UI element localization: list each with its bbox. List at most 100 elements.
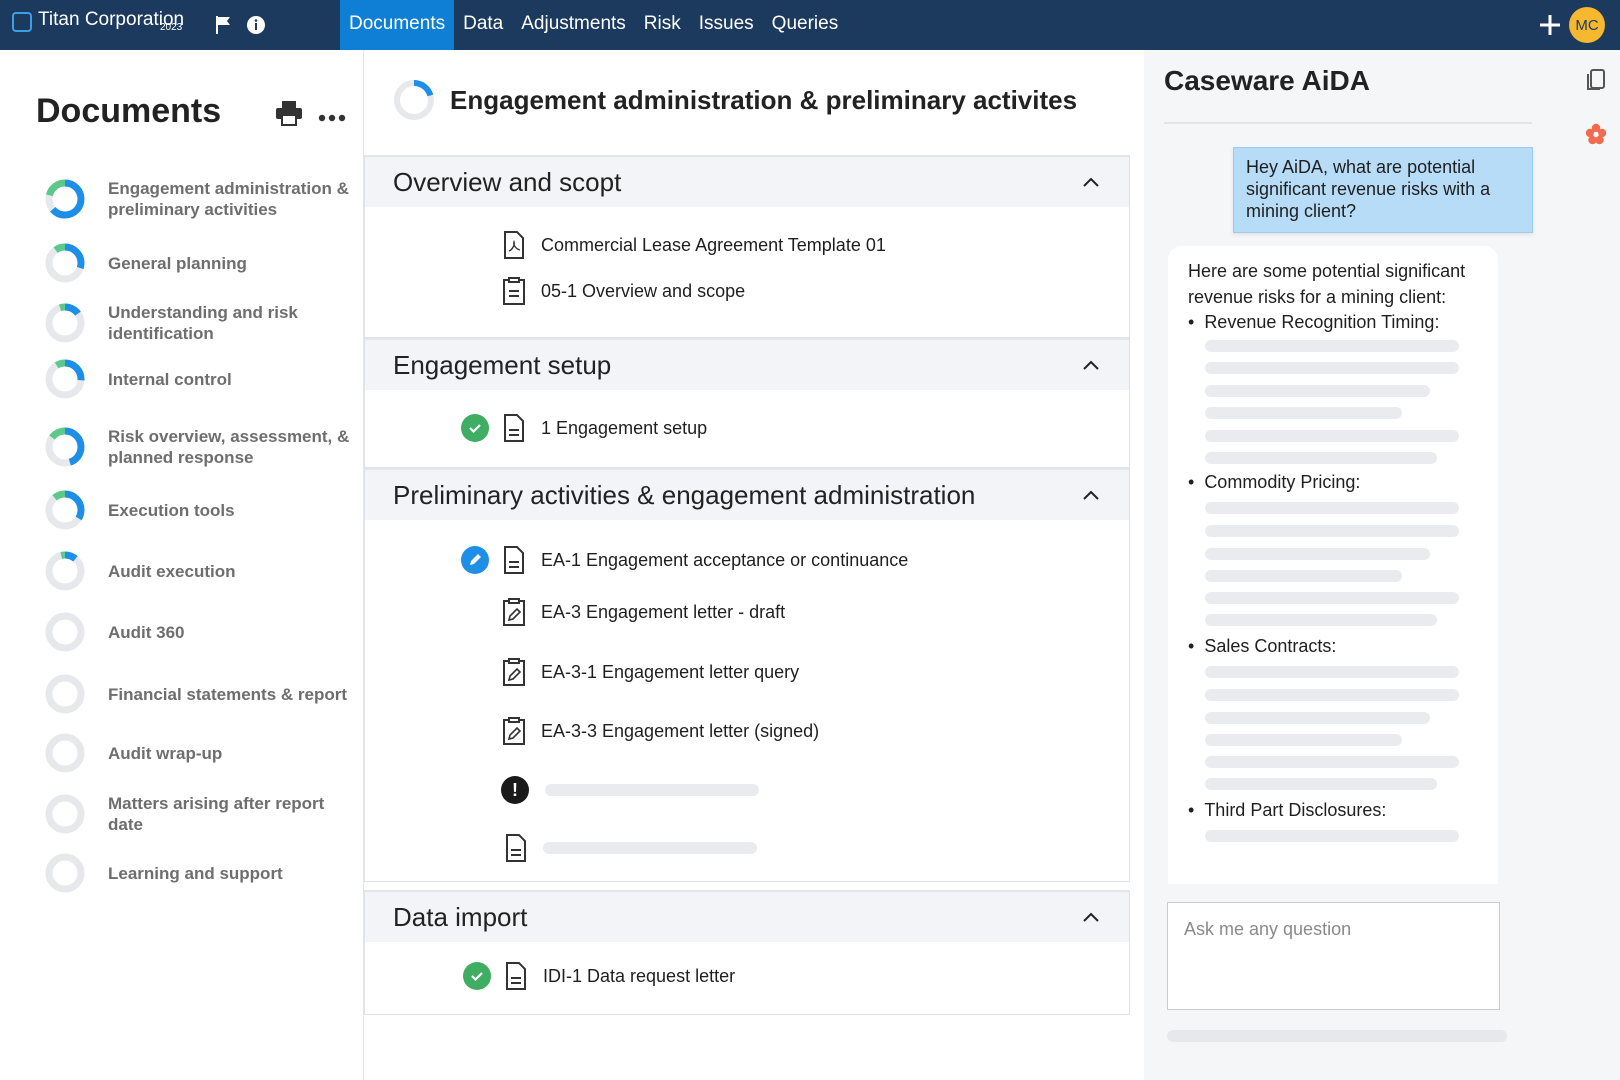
response-bullet: Third Part Disclosures: (1188, 800, 1386, 821)
section-header[interactable]: Engagement setup (365, 338, 1129, 390)
user-message: Hey AiDA, what are potential significant… (1233, 147, 1533, 233)
sidebar-item-engagement-administration[interactable]: Engagement administration & preliminary … (44, 178, 354, 220)
loading-placeholder (1205, 666, 1459, 678)
loading-placeholder (1205, 830, 1459, 842)
flag-icon[interactable] (212, 13, 236, 37)
document-label: EA-3-1 Engagement letter query (541, 661, 800, 682)
response-bullet: Sales Contracts: (1188, 636, 1336, 657)
chevron-up-icon[interactable] (1081, 172, 1101, 192)
progress-ring-icon (45, 179, 85, 219)
document-row-loading[interactable] (503, 834, 757, 862)
loading-placeholder (1205, 570, 1402, 582)
sidebar-item-general-planning[interactable]: General planning (44, 242, 354, 284)
copy-icon[interactable] (1584, 68, 1608, 92)
clipboard-icon (503, 277, 525, 305)
document-row[interactable]: EA-3-3 Engagement letter (signed) (501, 717, 819, 745)
section-data-import: Data import IDI-1 Data request letter (364, 890, 1130, 1015)
main-content: Engagement administration & preliminary … (364, 50, 1144, 1080)
loading-placeholder (1205, 340, 1459, 352)
sidebar-item-internal-control[interactable]: Internal control (44, 358, 354, 400)
section-header[interactable]: Preliminary activities & engagement admi… (365, 468, 1129, 520)
tab-issues[interactable]: Issues (690, 0, 763, 50)
add-icon[interactable] (1538, 13, 1562, 37)
section-header[interactable]: Overview and scopt (365, 155, 1129, 207)
sidebar-item-risk-overview[interactable]: Risk overview, assessment, & planned res… (44, 426, 354, 468)
ask-question-input[interactable] (1168, 903, 1499, 956)
section-header[interactable]: Data import (365, 890, 1129, 942)
ask-question-field[interactable] (1167, 902, 1500, 1010)
documents-sidebar: Documents Engagement administration & pr… (0, 50, 364, 1080)
alert-icon: ! (501, 776, 529, 804)
check-icon (461, 414, 489, 442)
chevron-up-icon[interactable] (1081, 485, 1101, 505)
response-bullet: Revenue Recognition Timing: (1188, 312, 1439, 333)
more-options-icon[interactable] (318, 102, 346, 128)
aida-flower-icon[interactable] (1584, 122, 1608, 146)
sidebar-item-financial-statements[interactable]: Financial statements & report (44, 673, 354, 715)
document-label: Commercial Lease Agreement Template 01 (541, 234, 886, 255)
tab-adjustments[interactable]: Adjustments (512, 0, 635, 50)
clipboard-edit-icon (503, 658, 525, 686)
sidebar-item-label: Internal control (108, 369, 232, 389)
sidebar-title: Documents (36, 92, 222, 130)
check-icon (463, 962, 491, 990)
sidebar-item-understanding-risk[interactable]: Understanding and risk identification (44, 302, 354, 344)
aida-title: Caseware AiDA (1164, 65, 1370, 96)
progress-ring-icon (45, 490, 85, 530)
document-icon (506, 834, 526, 862)
aida-response: Here are some potential significant reve… (1168, 246, 1498, 884)
loading-placeholder (1205, 548, 1430, 560)
tab-risk[interactable]: Risk (635, 0, 690, 50)
tab-data[interactable]: Data (454, 0, 512, 50)
progress-ring-icon (45, 359, 85, 399)
brand[interactable]: Titan Corporation (12, 10, 184, 32)
document-icon (506, 962, 526, 990)
loading-placeholder (1205, 712, 1430, 724)
loading-placeholder (1205, 452, 1437, 464)
sidebar-item-learning-support[interactable]: Learning and support (44, 852, 354, 894)
loading-placeholder (1205, 734, 1402, 746)
print-icon[interactable] (275, 100, 303, 131)
progress-ring-icon (45, 551, 85, 591)
document-row[interactable]: IDI-1 Data request letter (463, 962, 735, 990)
tab-documents[interactable]: Documents (340, 0, 455, 50)
user-avatar[interactable]: MC (1569, 7, 1605, 43)
loading-placeholder (1167, 1030, 1507, 1042)
document-row[interactable]: Commercial Lease Agreement Template 01 (501, 231, 886, 259)
document-row[interactable]: EA-3 Engagement letter - draft (501, 598, 785, 626)
tab-queries[interactable]: Queries (763, 0, 848, 50)
sidebar-item-audit-wrap-up[interactable]: Audit wrap-up (44, 732, 354, 774)
top-bar: Titan Corporation 2023 Documents Data Ad… (0, 0, 1620, 50)
loading-placeholder (1205, 525, 1459, 537)
chevron-up-icon[interactable] (1081, 355, 1101, 375)
sidebar-item-label: Audit wrap-up (108, 743, 223, 763)
page-header: Engagement administration & preliminary … (392, 78, 1077, 122)
document-row-loading[interactable]: ! (501, 776, 759, 804)
response-bullet: Commodity Pricing: (1188, 472, 1360, 493)
loading-placeholder (1205, 430, 1459, 442)
document-row[interactable]: EA-3-1 Engagement letter query (501, 658, 799, 686)
document-row[interactable]: 05-1 Overview and scope (501, 277, 745, 305)
document-label: EA-1 Engagement acceptance or continuanc… (541, 549, 909, 570)
document-row[interactable]: 1 Engagement setup (461, 414, 707, 442)
pdf-icon (504, 231, 524, 259)
sidebar-item-label: Audit 360 (108, 622, 185, 642)
document-row[interactable]: EA-1 Engagement acceptance or continuanc… (461, 546, 908, 574)
info-icon[interactable] (244, 13, 268, 37)
sidebar-item-execution-tools[interactable]: Execution tools (44, 489, 354, 531)
sidebar-item-audit-execution[interactable]: Audit execution (44, 550, 354, 592)
chevron-up-icon[interactable] (1081, 907, 1101, 927)
sidebar-item-label: Matters arising after report date (108, 794, 325, 834)
sidebar-item-audit-360[interactable]: Audit 360 (44, 611, 354, 653)
engagement-year: 2023 (160, 22, 183, 33)
app-logo-icon (12, 12, 32, 32)
sidebar-item-label: General planning (108, 253, 247, 273)
sidebar-item-matters-arising[interactable]: Matters arising after report date (44, 793, 354, 835)
document-icon (504, 414, 524, 442)
loading-placeholder (1205, 689, 1459, 701)
document-icon (504, 546, 524, 574)
section-preliminary-activities: Preliminary activities & engagement admi… (364, 468, 1130, 882)
divider (1164, 122, 1532, 124)
loading-placeholder (1205, 502, 1459, 514)
document-label: 1 Engagement setup (541, 417, 708, 438)
